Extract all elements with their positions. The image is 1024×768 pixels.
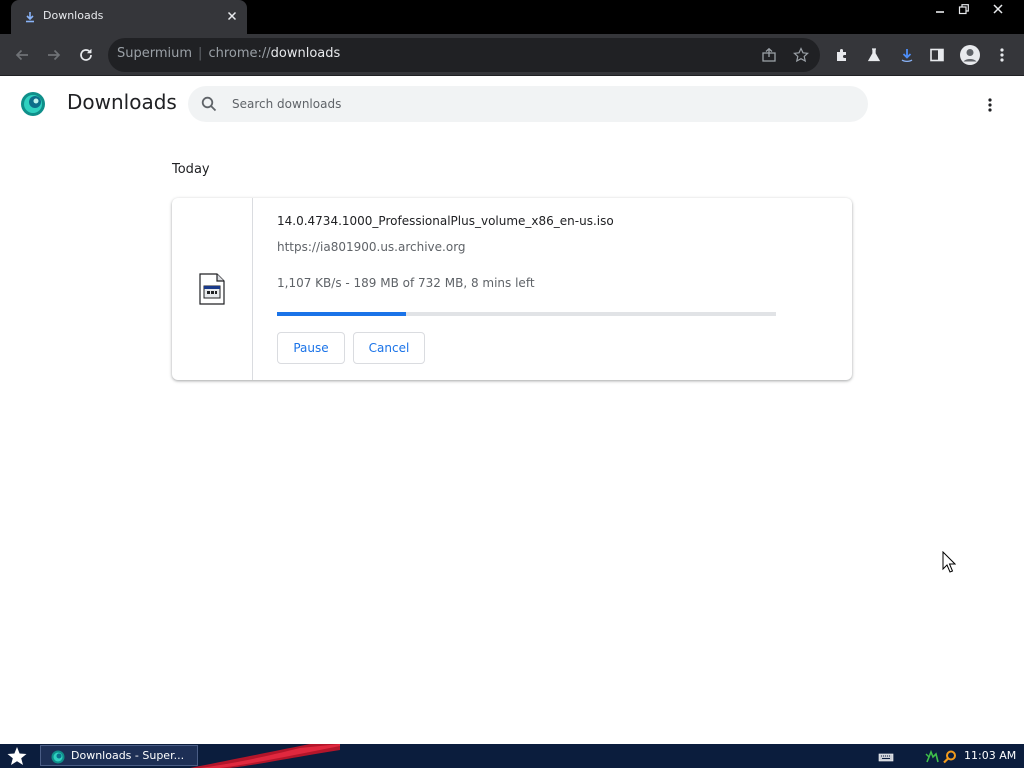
reload-icon[interactable] <box>74 43 98 67</box>
taskbar: Downloads - Super... 11:03 AM <box>0 744 1024 768</box>
tab-downloads[interactable]: Downloads <box>11 0 247 34</box>
source-url-link[interactable]: https://ia801900.us.archive.org <box>277 240 466 254</box>
star-icon[interactable] <box>792 46 810 64</box>
profile-icon[interactable] <box>958 43 982 67</box>
start-icon[interactable] <box>6 746 28 766</box>
page-title: Downloads <box>67 90 177 114</box>
forward-icon[interactable] <box>42 43 66 67</box>
taskbar-item-label: Downloads - Super... <box>71 749 185 762</box>
download-status: 1,107 KB/s - 189 MB of 732 MB, 8 mins le… <box>277 276 535 290</box>
browser-logo-icon <box>20 91 46 117</box>
download-icon <box>23 10 37 24</box>
close-icon[interactable] <box>225 9 239 23</box>
address-bar[interactable]: Supermium | chrome://downloads <box>108 38 820 72</box>
browser-toolbar: Supermium | chrome://downloads <box>0 34 1024 76</box>
side-panel-icon[interactable] <box>925 43 949 67</box>
network-icon[interactable] <box>924 749 940 763</box>
more-actions-icon[interactable] <box>978 93 1002 117</box>
taskbar-wallpaper-swoosh <box>190 744 340 768</box>
download-item: 14.0.4734.1000_ProfessionalPlus_volume_x… <box>172 198 852 380</box>
labs-icon[interactable] <box>862 43 886 67</box>
omnibox-app-name: Supermium <box>117 46 193 61</box>
search-tray-icon[interactable] <box>942 749 958 764</box>
search-input[interactable] <box>232 94 832 114</box>
omnibox-url-path: downloads <box>270 46 341 61</box>
download-progress-fill <box>277 312 406 316</box>
date-header: Today <box>172 162 210 177</box>
window-close-icon[interactable] <box>984 0 1012 18</box>
share-icon[interactable] <box>760 46 778 64</box>
downloads-toolbar-icon[interactable] <box>895 43 919 67</box>
menu-icon[interactable] <box>990 43 1014 67</box>
extensions-icon[interactable] <box>830 43 854 67</box>
file-name-link[interactable]: 14.0.4734.1000_ProfessionalPlus_volume_x… <box>277 214 614 228</box>
taskbar-item-browser[interactable]: Downloads - Super... <box>40 745 198 766</box>
omnibox-url-scheme: chrome:// <box>208 46 271 61</box>
file-icon <box>199 273 225 305</box>
mouse-cursor-icon <box>942 550 957 573</box>
tab-title: Downloads <box>43 9 104 22</box>
tab-strip: Downloads <box>0 0 1024 34</box>
search-icon <box>200 95 218 113</box>
download-item-icon-column <box>172 198 253 380</box>
restore-icon[interactable] <box>950 0 978 18</box>
pause-button[interactable]: Pause <box>277 332 345 364</box>
keyboard-icon[interactable] <box>878 749 894 763</box>
cancel-button[interactable]: Cancel <box>353 332 425 364</box>
taskbar-clock: 11:03 AM <box>964 749 1017 762</box>
download-progress-bar <box>277 312 776 316</box>
browser-logo-icon <box>51 749 65 764</box>
search-box <box>188 86 868 122</box>
back-icon[interactable] <box>10 43 34 67</box>
